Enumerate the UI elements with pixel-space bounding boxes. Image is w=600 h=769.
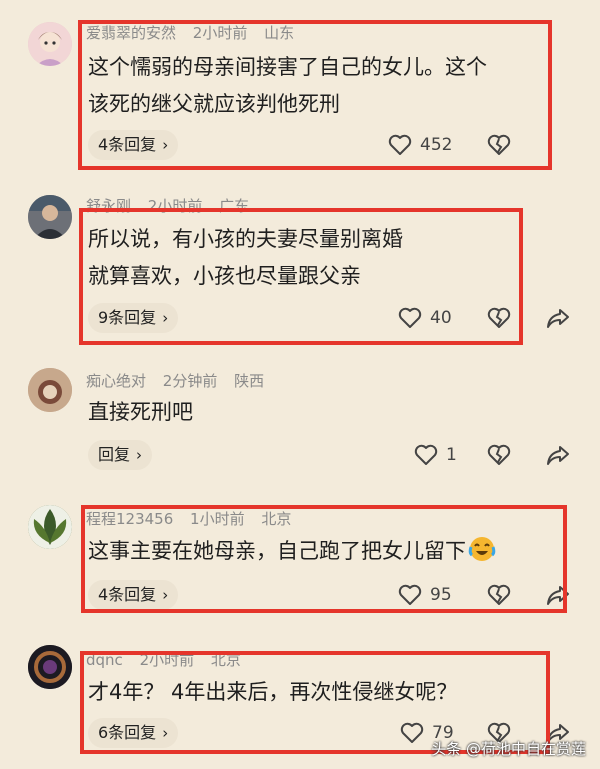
comment-text: 直接死刑吧 <box>88 394 193 431</box>
timestamp: 2小时前 <box>139 651 195 669</box>
share-arrow-icon <box>547 309 569 328</box>
like-count: 452 <box>420 135 453 155</box>
username[interactable]: dqnc <box>86 651 123 669</box>
share-arrow-icon <box>547 446 569 465</box>
chevron-right-icon: › <box>162 724 169 742</box>
comment-text: 才4年？ 4年出来后，再次性侵继女呢？ <box>88 674 457 711</box>
chevron-right-icon: › <box>162 309 169 327</box>
reply-label: 4条回复 <box>98 135 157 154</box>
timestamp: 2小时前 <box>192 24 248 42</box>
location: 广东 <box>219 197 250 215</box>
comment-meta: 程程123456 1小时前 北京 <box>86 508 303 529</box>
share-button[interactable] <box>545 583 571 611</box>
avatar[interactable] <box>28 505 72 549</box>
crying-laughing-emoji-icon <box>468 535 496 563</box>
like-button[interactable]: 1 <box>414 444 457 466</box>
avatar[interactable] <box>28 368 72 412</box>
view-replies-button[interactable]: 9条回复 › <box>88 303 179 333</box>
comment-line: 该死的继父就应该判他死刑 <box>88 92 340 116</box>
heart-outline-icon <box>398 584 422 605</box>
broken-heart-icon <box>487 307 511 328</box>
chevron-right-icon: › <box>136 446 143 464</box>
avatar[interactable] <box>28 195 72 239</box>
timestamp: 2小时前 <box>147 197 203 215</box>
chevron-right-icon: › <box>162 586 169 604</box>
comment-text: 这个懦弱的母亲间接害了自己的女儿。这个 该死的继父就应该判他死刑 <box>88 49 487 123</box>
share-button[interactable] <box>545 443 571 471</box>
dislike-button[interactable] <box>487 444 511 470</box>
like-count: 95 <box>430 585 452 605</box>
broken-heart-icon <box>487 444 511 465</box>
like-count: 40 <box>430 308 452 328</box>
heart-outline-icon <box>414 444 438 465</box>
share-button[interactable] <box>545 306 571 334</box>
comment-line: 才4年？ 4年出来后，再次性侵继女呢？ <box>88 680 458 704</box>
reply-label: 9条回复 <box>98 308 157 327</box>
timestamp: 2分钟前 <box>162 372 218 390</box>
comment-text: 这事主要在她母亲，自己跑了把女儿留下 <box>88 533 496 570</box>
location: 北京 <box>261 510 292 528</box>
comment-text: 所以说，有小孩的夫妻尽量别离婚 就算喜欢，小孩也尽量跟父亲 <box>88 221 403 295</box>
username[interactable]: 舒永刚 <box>86 197 131 215</box>
dislike-button[interactable] <box>487 307 511 333</box>
like-count: 1 <box>446 445 457 465</box>
reply-label: 6条回复 <box>98 723 157 742</box>
comment-meta: 爱翡翠的安然 2小时前 山东 <box>86 22 306 43</box>
heart-outline-icon <box>400 722 424 743</box>
avatar[interactable] <box>28 22 72 66</box>
view-replies-button[interactable]: 4条回复 › <box>88 580 179 610</box>
location: 山东 <box>264 24 295 42</box>
broken-heart-icon <box>487 584 511 605</box>
username[interactable]: 程程123456 <box>86 510 173 528</box>
share-arrow-icon <box>547 586 569 605</box>
chevron-right-icon: › <box>162 136 169 154</box>
like-button[interactable]: 95 <box>398 584 452 606</box>
comment-line: 所以说，有小孩的夫妻尽量别离婚 <box>88 227 403 251</box>
comment-meta: 舒永刚 2小时前 广东 <box>86 195 261 216</box>
comment-meta: 痴心绝对 2分钟前 陕西 <box>86 370 276 391</box>
location: 北京 <box>210 651 241 669</box>
like-button[interactable]: 40 <box>398 307 452 329</box>
reply-label: 4条回复 <box>98 585 157 604</box>
heart-outline-icon <box>388 134 412 155</box>
comment-line: 这事主要在她母亲，自己跑了把女儿留下 <box>88 533 496 570</box>
comment-line: 就算喜欢，小孩也尽量跟父亲 <box>88 264 361 288</box>
broken-heart-icon <box>487 134 511 155</box>
comment-line: 这个懦弱的母亲间接害了自己的女儿。这个 <box>88 55 487 79</box>
timestamp: 1小时前 <box>190 510 245 528</box>
heart-outline-icon <box>398 307 422 328</box>
username[interactable]: 痴心绝对 <box>86 372 146 390</box>
reply-label: 回复 <box>98 445 131 464</box>
reply-button[interactable]: 回复 › <box>88 440 153 470</box>
location: 陕西 <box>234 372 265 390</box>
comment-meta: dqnc 2小时前 北京 <box>86 649 253 670</box>
comment-line: 直接死刑吧 <box>88 400 193 424</box>
username[interactable]: 爱翡翠的安然 <box>86 24 176 42</box>
dislike-button[interactable] <box>487 584 511 610</box>
view-replies-button[interactable]: 6条回复 › <box>88 718 179 748</box>
view-replies-button[interactable]: 4条回复 › <box>88 130 179 160</box>
watermark: 头条 @荷池中自在赏莲 <box>431 740 586 758</box>
dislike-button[interactable] <box>487 134 511 160</box>
like-button[interactable]: 452 <box>388 134 452 156</box>
avatar[interactable] <box>28 645 72 689</box>
